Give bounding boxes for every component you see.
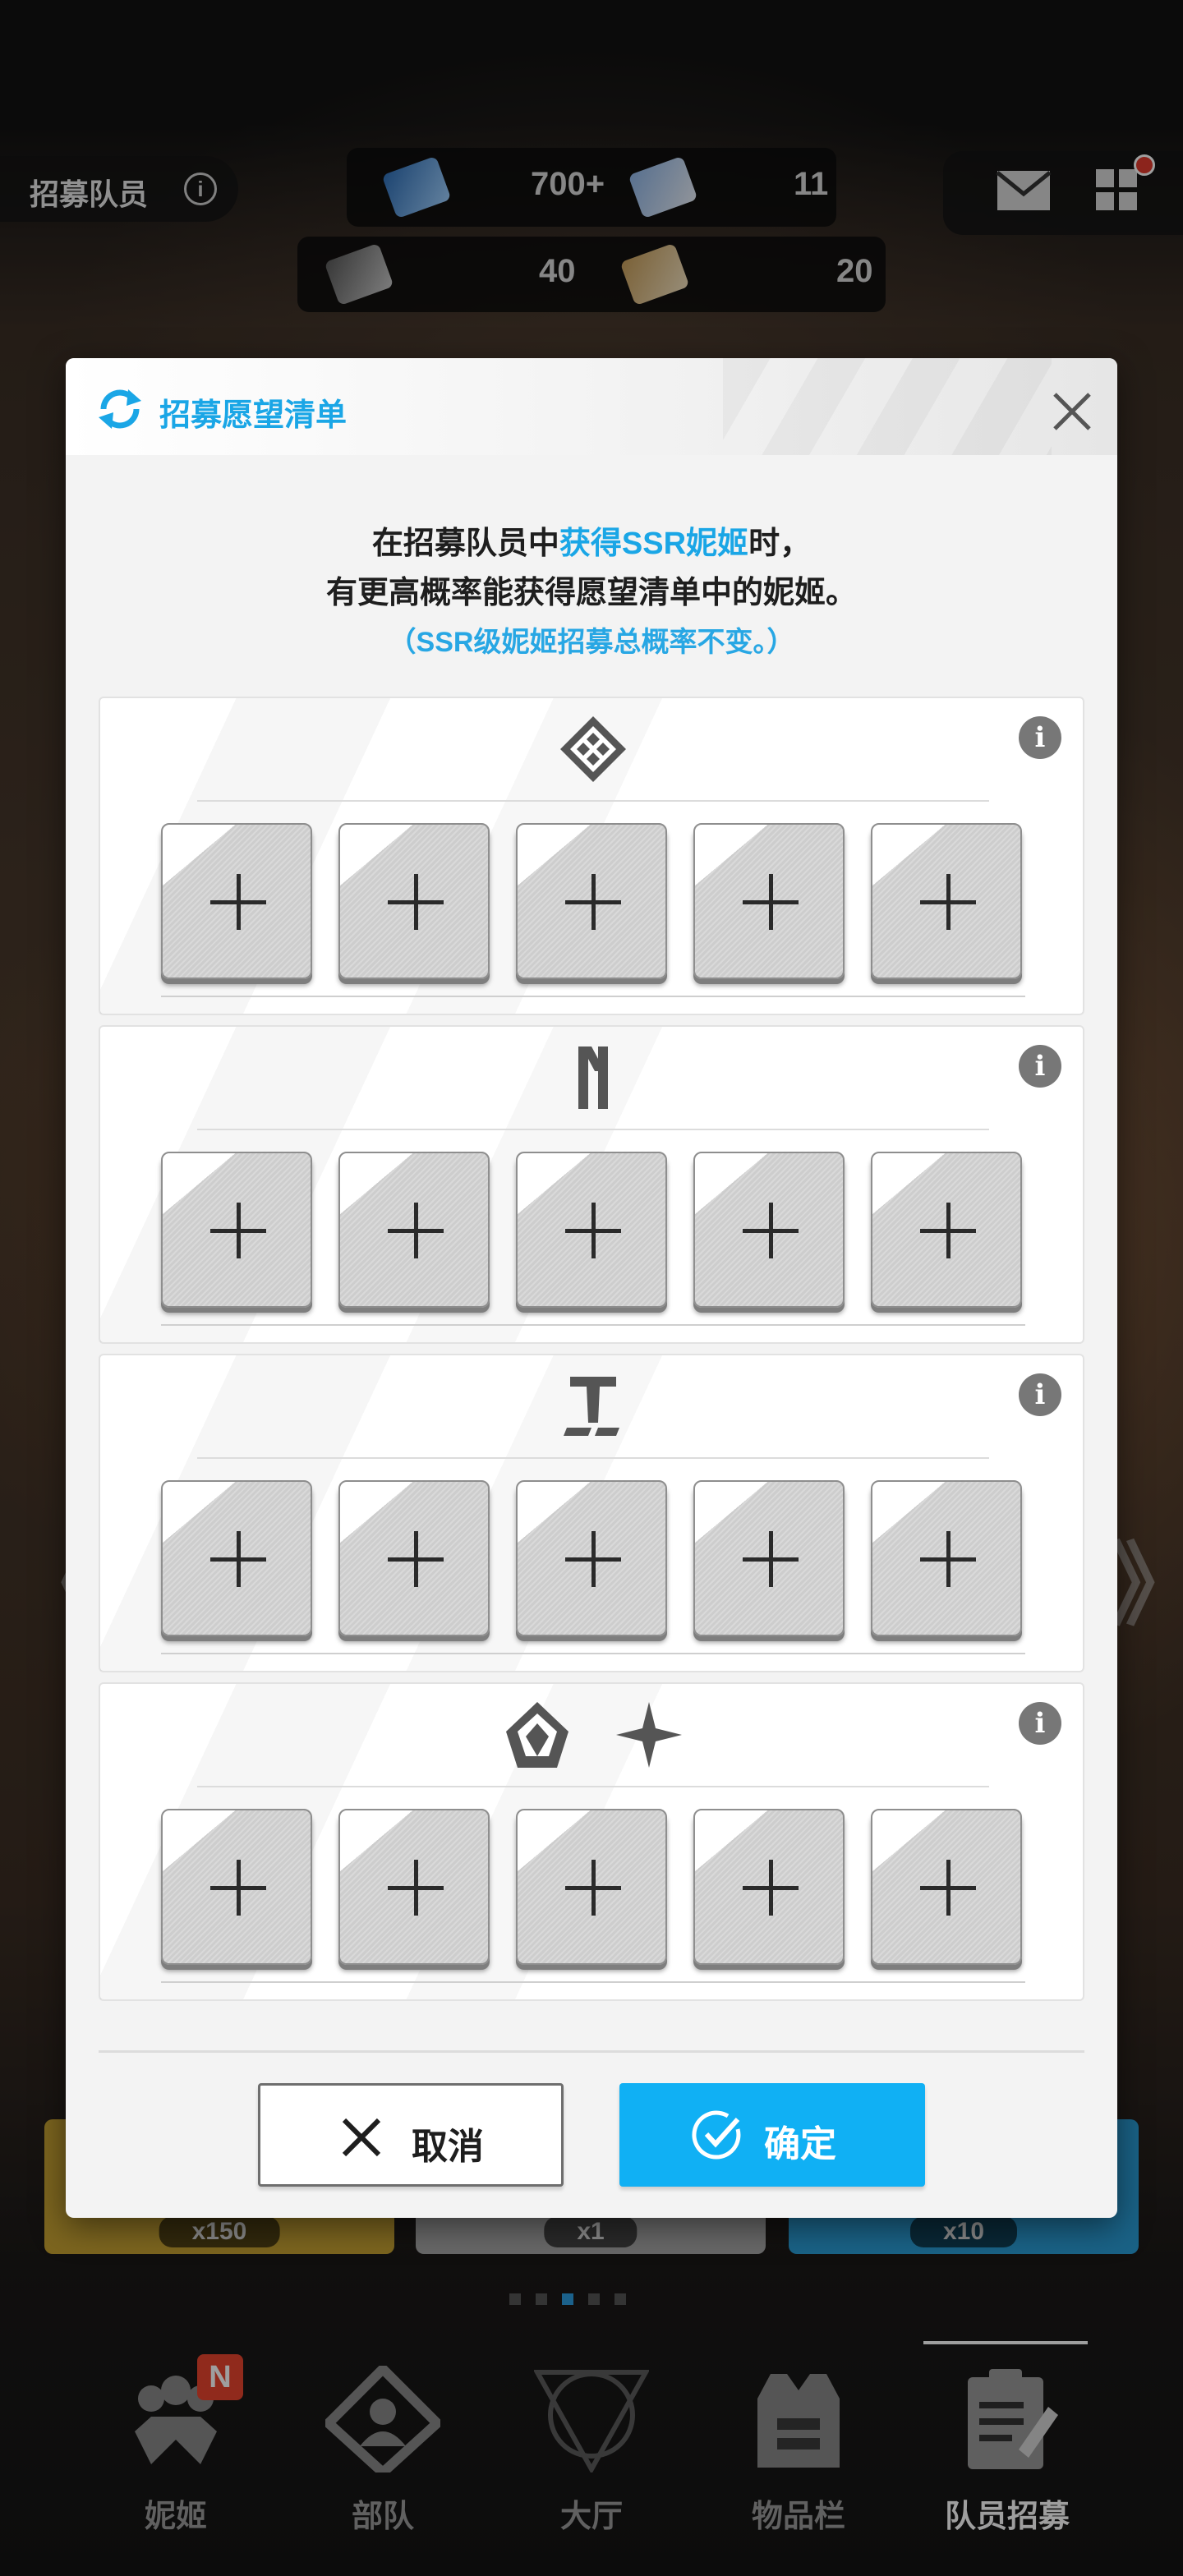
wishlist-slot[interactable] (871, 823, 1022, 979)
wishlist-slot[interactable] (693, 823, 845, 979)
wishlist-slot[interactable] (516, 1152, 667, 1308)
wishlist-slot[interactable] (693, 1152, 845, 1308)
wishlist-slot[interactable] (693, 1480, 845, 1636)
divider (99, 2050, 1084, 2053)
divider (161, 1653, 1025, 1654)
wishlist-description: 在招募队员中获得SSR妮姬时， 有更高概率能获得愿望清单中的妮姬。 （SSR级妮… (66, 519, 1117, 667)
dialog-title: 招募愿望清单 (159, 398, 348, 433)
refresh-icon (99, 389, 141, 429)
description-text: 时， (748, 527, 812, 561)
divider (197, 1786, 989, 1787)
wishlist-section-pilgrim: i (99, 1682, 1084, 2001)
wishlist-slot[interactable] (338, 823, 490, 979)
description-note: （SSR级妮姬招募总概率不变。） (388, 627, 795, 658)
wishlist-slot[interactable] (161, 823, 312, 979)
info-icon[interactable]: i (1019, 716, 1061, 759)
info-icon[interactable]: i (1019, 1702, 1061, 1745)
elysion-icon (560, 716, 626, 782)
wishlist-slot[interactable] (161, 1480, 312, 1636)
pilgrim-abnormal-icon (506, 1702, 682, 1768)
cancel-button[interactable]: 取消 (258, 2083, 564, 2187)
wishlist-slot[interactable] (161, 1809, 312, 1965)
wishlist-section-missilis: i (99, 1025, 1084, 1344)
cancel-label: 取消 (412, 2127, 484, 2167)
confirm-button[interactable]: 确定 (619, 2083, 925, 2187)
divider (197, 1457, 989, 1459)
wishlist-dialog: 招募愿望清单 在招募队员中获得SSR妮姬时， 有更高概率能获得愿望清单中的妮姬。… (66, 358, 1117, 2218)
info-icon[interactable]: i (1019, 1045, 1061, 1088)
tetra-icon (564, 1377, 619, 1436)
info-icon[interactable]: i (1019, 1373, 1061, 1416)
close-icon[interactable] (1048, 388, 1096, 435)
wishlist-slot[interactable] (161, 1152, 312, 1308)
wishlist-slot[interactable] (338, 1809, 490, 1965)
close-icon (342, 2118, 381, 2157)
divider (197, 1129, 989, 1130)
description-highlight: 获得SSR妮姬 (559, 527, 749, 561)
wishlist-slot[interactable] (338, 1480, 490, 1636)
wishlist-slot[interactable] (871, 1480, 1022, 1636)
divider (161, 996, 1025, 997)
description-line-1: 在招募队员中获得SSR妮姬时， (66, 519, 1117, 568)
wishlist-slot[interactable] (871, 1809, 1022, 1965)
wishlist-slot[interactable] (516, 823, 667, 979)
divider (197, 800, 989, 802)
wishlist-slot[interactable] (338, 1152, 490, 1308)
header-decoration (723, 358, 1052, 455)
description-line-2: 有更高概率能获得愿望清单中的妮姬。 (325, 576, 857, 610)
wishlist-section-elysion: i (99, 697, 1084, 1015)
wishlist-slot[interactable] (516, 1809, 667, 1965)
divider (161, 1324, 1025, 1326)
wishlist-slot[interactable] (516, 1480, 667, 1636)
wishlist-slot[interactable] (693, 1809, 845, 1965)
wishlist-section-tetra: i (99, 1354, 1084, 1672)
wishlist-slot[interactable] (871, 1152, 1022, 1308)
description-text: 在招募队员中 (371, 527, 559, 561)
confirm-label: 确定 (764, 2124, 836, 2164)
check-circle-icon (692, 2110, 741, 2160)
missilis-icon (578, 1046, 608, 1109)
divider (161, 1981, 1025, 1983)
dialog-header: 招募愿望清单 (66, 358, 1117, 455)
